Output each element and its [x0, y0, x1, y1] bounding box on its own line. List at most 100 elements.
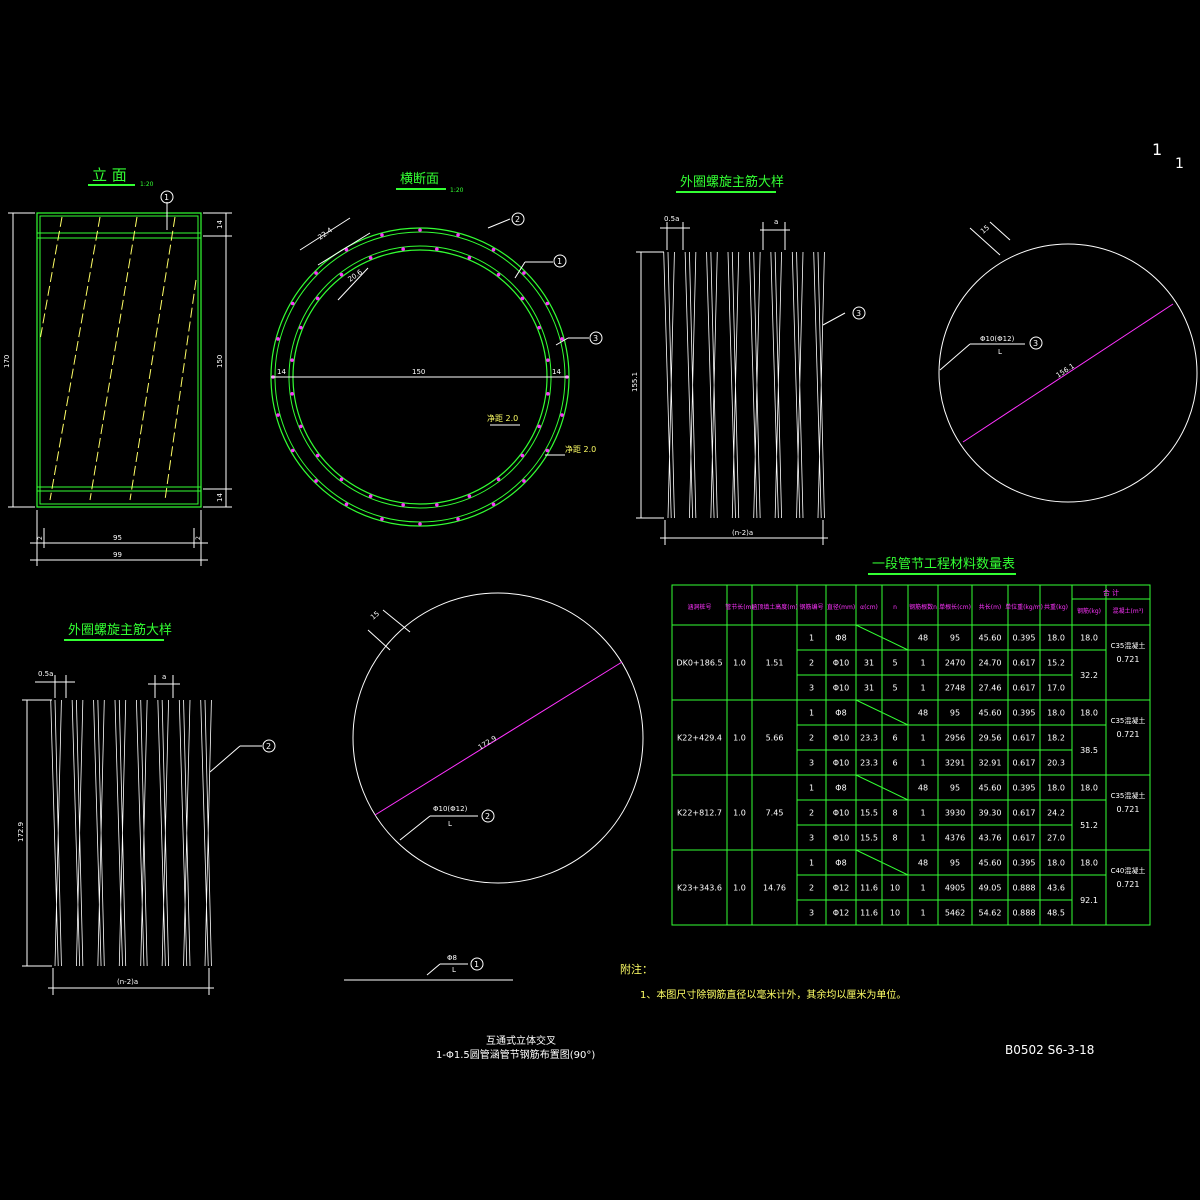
elevation-dim-top: 14 [216, 220, 224, 229]
rebar-dot-inner [520, 296, 525, 301]
bar1-mark: 1 [474, 960, 479, 969]
rebar-dot-inner [496, 477, 501, 482]
table-cell: 18.2 [1047, 734, 1065, 743]
rebar-dot-outer [418, 228, 422, 232]
section-dim-d: 150 [412, 368, 425, 376]
rebar-dot-inner [290, 392, 294, 396]
table-cell: 6 [892, 759, 897, 768]
page-number-a: 1 [1152, 140, 1162, 159]
table-station: K23+343.6 [677, 884, 722, 893]
rebar-dot-outer [560, 413, 564, 417]
table-cell: 0.617 [1013, 734, 1036, 743]
table-cell: Φ12 [833, 909, 849, 918]
table-station: DK0+186.5 [676, 659, 722, 668]
table-cell: 48 [918, 709, 928, 718]
circle-a-mark: 3 [1033, 339, 1038, 348]
table-cell: 95 [950, 859, 960, 868]
table-cell: 18.0 [1080, 634, 1098, 643]
table-header: 合 计 [1103, 588, 1119, 597]
table-cell: 3930 [945, 809, 965, 818]
elevation-dim-side-l: 2 [37, 536, 44, 540]
table-cell: 2956 [945, 734, 965, 743]
elevation-scale: 1:20 [140, 181, 154, 188]
spiral-a-pitch-half: 0.5a [664, 215, 679, 223]
rebar-dot-outer [276, 337, 280, 341]
rebar-dot-outer [545, 301, 550, 306]
circle-b-mark: 2 [485, 812, 490, 821]
table-cell: 6 [892, 734, 897, 743]
rebar-dot-outer [491, 247, 496, 252]
table-cell: 5 [892, 659, 897, 668]
rebar-dot-inner [299, 424, 303, 429]
table-cell: 1 [920, 684, 925, 693]
table-cell: Φ10 [833, 834, 849, 843]
rebar-dot-inner [435, 503, 439, 507]
table-cell: 2748 [945, 684, 965, 693]
table-cell: 0.617 [1013, 659, 1036, 668]
rebar-dot-inner [401, 503, 405, 507]
table-cell: 45.60 [979, 709, 1002, 718]
elevation-dim-bottom: 14 [216, 493, 224, 502]
table-header: n [893, 604, 897, 611]
rebar-dot-inner [339, 477, 344, 482]
table-cell: C35混凝土 [1111, 791, 1146, 800]
table-cell: 95 [950, 784, 960, 793]
table-cell: 0.617 [1013, 834, 1036, 843]
spiral-a-pitch: a [774, 218, 778, 226]
rebar-dot-outer [344, 502, 349, 507]
spiral-b-pitch-half: 0.5a [38, 670, 53, 678]
table-cell: 15.2 [1047, 659, 1065, 668]
table-cell: 2 [809, 734, 814, 743]
table-cell: 1 [809, 859, 814, 868]
table-cell: 10 [890, 884, 900, 893]
table-cell: Φ10 [833, 684, 849, 693]
table-cell: 29.56 [979, 734, 1002, 743]
table-cell: Φ10 [833, 659, 849, 668]
table-cell: 5462 [945, 909, 965, 918]
table-cell: 5 [892, 684, 897, 693]
drawing-number: B0502 S6-3-18 [1005, 1043, 1094, 1057]
elevation-dim-inner: 150 [216, 355, 224, 368]
spiral-b-mark: 2 [266, 742, 271, 751]
table-cell: Φ8 [835, 634, 846, 643]
rebar-dot-outer [522, 271, 526, 275]
rebar-dot-inner [299, 325, 303, 330]
rebar-dot-outer [290, 301, 295, 306]
table-cell: 95 [950, 709, 960, 718]
table-cell: 18.0 [1047, 784, 1065, 793]
table-cell: 48 [918, 784, 928, 793]
table-cell: 32.91 [979, 759, 1002, 768]
table-header: 管节长(m) [725, 603, 754, 611]
table-cell: 1.0 [733, 659, 746, 668]
spiral-b-length: (n-2)a [117, 978, 138, 986]
rebar-dot-inner [368, 494, 373, 498]
rebar-dot-outer [276, 413, 280, 417]
table-cell: 2470 [945, 659, 965, 668]
table-cell: 43.76 [979, 834, 1002, 843]
table-header: 共长(m) [979, 603, 1002, 611]
table-cell: 1.0 [733, 809, 746, 818]
bar1-bar: Φ8 [447, 954, 457, 962]
table-cell: 3 [809, 909, 814, 918]
table-cell: 14.76 [763, 884, 786, 893]
elevation-dim-w-outer: 99 [113, 551, 122, 559]
table-header: 钢筋编号 [799, 603, 823, 611]
elevation-mark-1: 1 [164, 193, 169, 202]
table-header: 共重(kg) [1044, 603, 1068, 611]
rebar-dot-outer [418, 522, 422, 526]
rebar-dot-inner [339, 272, 344, 277]
page-number-b: 1 [1175, 156, 1184, 172]
table-cell: 8 [892, 809, 897, 818]
rebar-dot-inner [537, 424, 541, 429]
table-cell: 18.0 [1080, 709, 1098, 718]
table-cell: 3291 [945, 759, 965, 768]
spiral-b-title: 外圈螺旋主筋大样 [68, 622, 172, 638]
table-cell: 15.5 [860, 834, 878, 843]
table-cell: Φ10 [833, 809, 849, 818]
drawing-canvas: 1 1 立 面 1:20 1 170 14 150 14 2 95 2 99 横… [0, 0, 1200, 1200]
table-cell: 2 [809, 884, 814, 893]
table-header: 涵顶填土高度(m) [751, 603, 798, 611]
elevation-title: 立 面 [92, 166, 127, 184]
table-cell: 31 [864, 659, 874, 668]
spiral-a-title: 外圈螺旋主筋大样 [680, 174, 784, 190]
